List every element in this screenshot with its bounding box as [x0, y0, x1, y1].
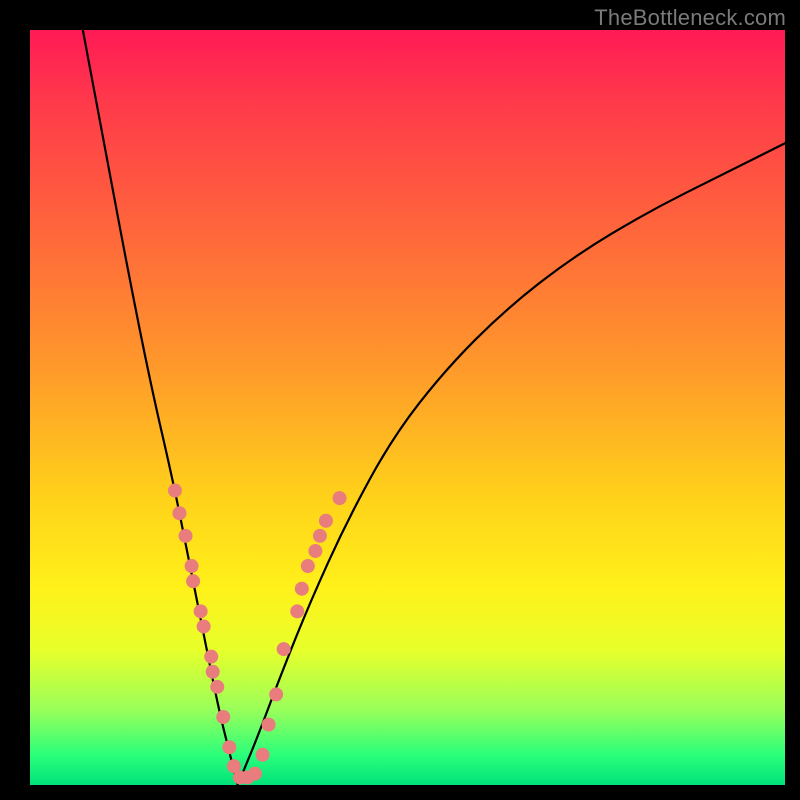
curve-right-branch — [238, 143, 785, 785]
sample-dot — [295, 582, 309, 596]
sample-dot — [168, 484, 182, 498]
sample-dot — [290, 604, 304, 618]
sample-dot — [216, 710, 230, 724]
plot-area — [30, 30, 785, 785]
watermark-text: TheBottleneck.com — [594, 5, 786, 31]
sample-dot — [204, 650, 218, 664]
sample-dot — [185, 559, 199, 573]
sample-dot — [210, 680, 224, 694]
sample-dot — [262, 718, 276, 732]
sample-dot — [172, 506, 186, 520]
sample-dot — [222, 740, 236, 754]
sample-dot — [301, 559, 315, 573]
sample-dot — [333, 491, 347, 505]
sample-dot — [319, 514, 333, 528]
sample-dot — [179, 529, 193, 543]
sample-dot — [197, 619, 211, 633]
chart-frame: TheBottleneck.com — [0, 0, 800, 800]
sample-dot — [194, 604, 208, 618]
sample-dot — [269, 687, 283, 701]
sample-dot — [277, 642, 291, 656]
bottleneck-curve — [30, 30, 785, 785]
sample-dot — [206, 665, 220, 679]
sample-dot — [308, 544, 322, 558]
sample-dot — [186, 574, 200, 588]
sample-dot — [256, 748, 270, 762]
sample-dot — [248, 767, 262, 781]
sample-dot — [313, 529, 327, 543]
